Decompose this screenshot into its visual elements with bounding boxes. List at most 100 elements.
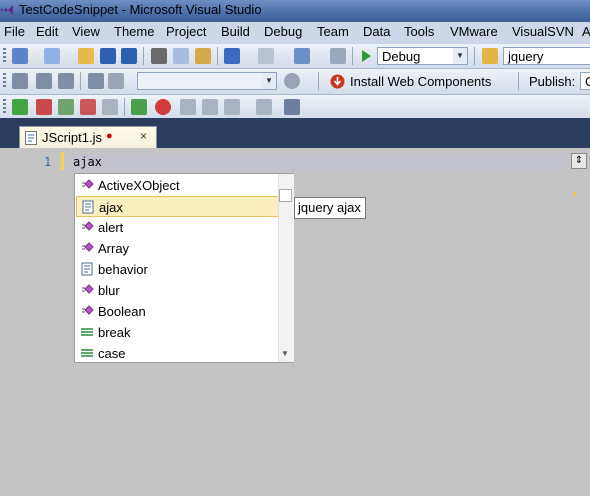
toolbar-grip[interactable]	[3, 99, 6, 115]
step-into-icon[interactable]	[202, 99, 218, 115]
menu-team[interactable]: Team	[317, 24, 349, 39]
find-in-files-icon[interactable]	[482, 48, 498, 64]
menu-view[interactable]: View	[72, 24, 100, 39]
menu-more[interactable]: A	[582, 24, 590, 39]
completion-item-label: ajax	[99, 200, 123, 215]
toolbar-grip[interactable]	[3, 73, 6, 89]
method-icon	[80, 241, 94, 255]
solution-configuration-dropdown[interactable]: Debug ▼	[377, 47, 468, 65]
completion-tooltip: jquery ajax	[294, 197, 366, 219]
run-icon[interactable]	[12, 99, 28, 115]
save-all-icon[interactable]	[121, 48, 137, 64]
menu-theme[interactable]: Theme	[114, 24, 154, 39]
step-over-icon[interactable]	[180, 99, 196, 115]
keyword-icon	[80, 346, 94, 360]
new-project-icon[interactable]	[12, 48, 28, 64]
separator	[474, 47, 475, 65]
title-bar: TestCodeSnippet - Microsoft Visual Studi…	[0, 0, 590, 22]
completion-scroll-thumb[interactable]	[279, 189, 292, 202]
separator	[143, 47, 144, 65]
menu-debug[interactable]: Debug	[264, 24, 302, 39]
debug-toolbar	[0, 95, 590, 119]
menu-vmware[interactable]: VMware	[450, 24, 498, 39]
outdent-icon[interactable]	[36, 73, 52, 89]
record-icon[interactable]	[155, 99, 171, 115]
completion-list[interactable]: ActiveXObject ajax alert Array behavior blur B…	[74, 173, 294, 363]
menu-visualsvn[interactable]: VisualSVN	[512, 24, 574, 39]
add-item-icon[interactable]	[44, 48, 60, 64]
options-icon[interactable]	[284, 99, 300, 115]
scroll-down-arrow-icon[interactable]: ▼	[281, 349, 289, 358]
method-icon	[80, 304, 94, 318]
vertical-scrollbar[interactable]	[571, 171, 587, 496]
menu-build[interactable]: Build	[221, 24, 250, 39]
method-icon	[80, 178, 94, 192]
separator	[318, 72, 319, 90]
completion-item[interactable]: case	[76, 343, 280, 364]
navigate-backward-icon[interactable]	[294, 48, 310, 64]
chevron-down-icon: ▼	[453, 48, 467, 64]
snippet-icon	[81, 200, 95, 214]
cut-icon[interactable]	[151, 48, 167, 64]
start-debugging-icon[interactable]	[358, 48, 374, 64]
completion-item[interactable]: ActiveXObject	[76, 175, 280, 196]
completion-item-label: Array	[98, 241, 130, 256]
menu-edit[interactable]: Edit	[36, 24, 58, 39]
change-marker	[61, 152, 64, 170]
completion-scrollbar[interactable]	[278, 174, 294, 362]
navigate-forward-icon[interactable]	[330, 48, 346, 64]
step-out-icon[interactable]	[224, 99, 240, 115]
comment-icon[interactable]	[58, 73, 74, 89]
bookmark-icon[interactable]	[108, 73, 124, 89]
redo-icon[interactable]	[258, 48, 274, 64]
close-icon[interactable]: ×	[140, 129, 147, 143]
visual-studio-icon	[1, 5, 13, 15]
js-file-icon	[25, 131, 37, 145]
continue-icon[interactable]	[131, 99, 147, 115]
completion-item[interactable]: behavior	[76, 259, 280, 280]
separator	[352, 47, 353, 65]
completion-item[interactable]: alert	[76, 217, 280, 238]
copy-icon[interactable]	[173, 48, 189, 64]
breakpoint-icon[interactable]	[80, 99, 96, 115]
restart-icon[interactable]	[102, 99, 118, 115]
publish-label: Publish:	[529, 74, 576, 89]
save-icon[interactable]	[100, 48, 116, 64]
install-web-components-button[interactable]: Install Web Components	[326, 72, 516, 91]
window-title: TestCodeSnippet - Microsoft Visual Studi…	[19, 2, 262, 17]
stop-icon[interactable]	[36, 99, 52, 115]
separator	[518, 72, 519, 90]
separator	[217, 47, 218, 65]
completion-item[interactable]: Boolean	[76, 301, 280, 322]
undo-icon[interactable]	[224, 48, 240, 64]
menu-project[interactable]: Project	[166, 24, 206, 39]
indent-icon[interactable]	[12, 73, 28, 89]
snippet-icon	[80, 262, 94, 276]
disabled-tool-icon[interactable]	[256, 99, 272, 115]
gear-icon[interactable]	[284, 73, 300, 89]
completion-item-label: ActiveXObject	[98, 178, 180, 193]
menu-tools[interactable]: Tools	[404, 24, 434, 39]
find-input[interactable]: jquery	[503, 47, 590, 65]
code-line[interactable]: ajax	[73, 155, 102, 169]
publish-dropdown[interactable]: C	[580, 72, 590, 90]
toolbar-grip[interactable]	[3, 48, 6, 64]
paste-icon[interactable]	[195, 48, 211, 64]
completion-item-label: case	[98, 346, 126, 361]
tab-jscript1[interactable]: JScript1.js ● ×	[19, 126, 157, 148]
completion-item[interactable]: break	[76, 322, 280, 343]
current-line-highlight	[66, 154, 568, 171]
text-editor-toolbar: ▼ Install Web Components Publish: C	[0, 69, 590, 95]
completion-item[interactable]: Array	[76, 238, 280, 259]
menu-data[interactable]: Data	[363, 24, 390, 39]
step-icon[interactable]	[58, 99, 74, 115]
open-folder-icon[interactable]	[78, 48, 94, 64]
menu-file[interactable]: File	[4, 24, 25, 39]
download-icon	[330, 74, 345, 89]
completion-item[interactable]: blur	[76, 280, 280, 301]
target-dropdown[interactable]: ▼	[137, 72, 277, 90]
split-editor-icon[interactable]: ⇕	[571, 153, 587, 169]
completion-item-label: Boolean	[98, 304, 146, 319]
uncomment-icon[interactable]	[88, 73, 104, 89]
completion-item[interactable]: ajax	[76, 196, 280, 217]
